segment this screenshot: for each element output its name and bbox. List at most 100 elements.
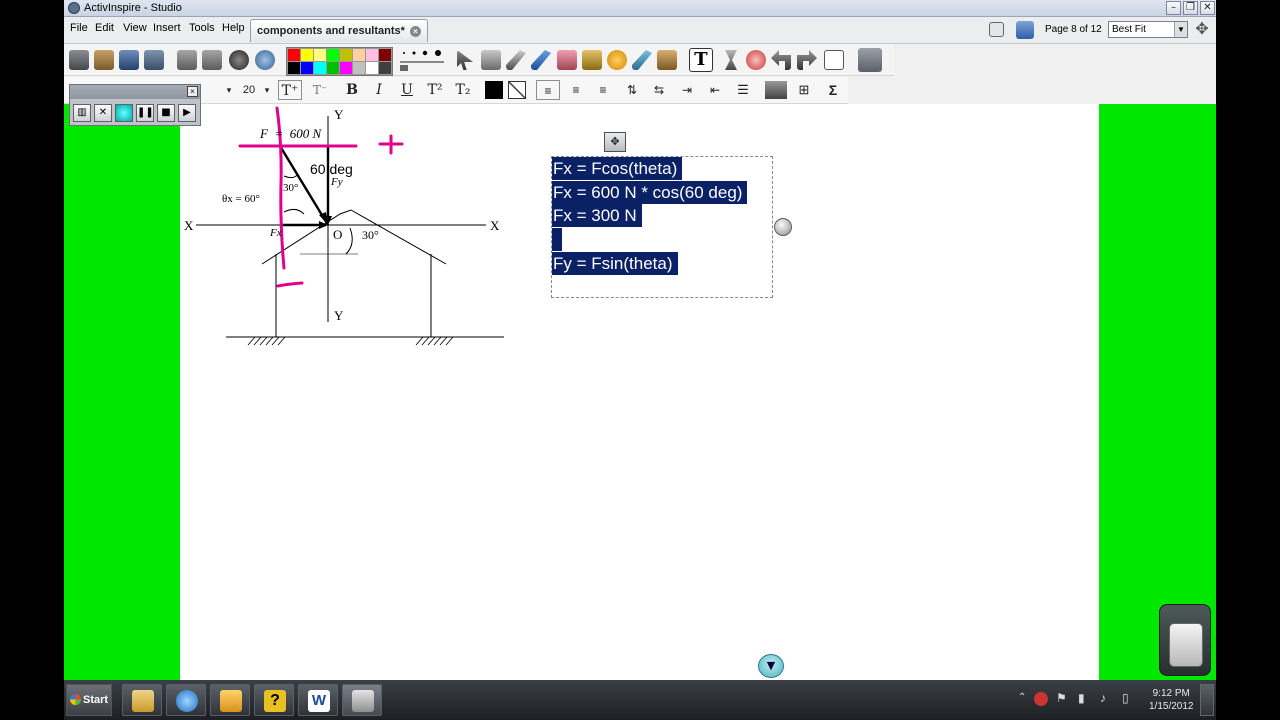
- volume-icon[interactable]: ♪: [1100, 691, 1106, 705]
- collapse-arrows-icon[interactable]: ✥: [1193, 21, 1211, 39]
- action-center-flag-icon[interactable]: ⚑: [1056, 691, 1067, 705]
- palette-swatch[interactable]: [340, 49, 352, 61]
- flipchart-page[interactable]: F = 600 N 60 deg Fy Fx θx = 60° 30° 30° …: [180, 104, 1099, 680]
- battery-icon[interactable]: ▯: [1122, 691, 1129, 705]
- recorder-cancel-icon[interactable]: ✕: [94, 104, 112, 122]
- recorder-title-bar[interactable]: ×: [70, 85, 200, 99]
- line-spacing-icon[interactable]: ⇅: [621, 80, 643, 100]
- eraser-icon[interactable]: [557, 50, 577, 70]
- taskbar-app-word[interactable]: W: [298, 684, 338, 716]
- bullets-icon[interactable]: ☰: [732, 80, 754, 100]
- font-size-value[interactable]: 20: [238, 80, 260, 100]
- menu-help[interactable]: Help: [222, 22, 245, 34]
- pen-width-selector[interactable]: [398, 47, 448, 73]
- recorder-pause-icon[interactable]: ❚❚: [136, 104, 154, 122]
- menu-view[interactable]: View: [123, 22, 147, 34]
- previous-page-icon[interactable]: [177, 50, 197, 70]
- tools-icon[interactable]: [481, 50, 501, 70]
- palette-swatch[interactable]: [353, 49, 365, 61]
- dual-user-icon[interactable]: [989, 22, 1004, 37]
- clock[interactable]: 9:12 PM 1/15/2012: [1149, 687, 1194, 713]
- palette-swatch[interactable]: [366, 49, 378, 61]
- align-center-icon[interactable]: ≡: [564, 80, 588, 100]
- resize-handle[interactable]: [774, 218, 792, 236]
- show-desktop-button[interactable]: [1200, 684, 1214, 716]
- recorder-stop-icon[interactable]: ■: [157, 104, 175, 122]
- equation-editor-button[interactable]: Σ: [822, 80, 844, 100]
- recorder-palette[interactable]: × ▥ ✕ ❚❚ ■ ▶: [69, 84, 201, 126]
- pen-icon[interactable]: [506, 50, 526, 70]
- recorder-menu-icon[interactable]: ▥: [73, 104, 91, 122]
- play-icon[interactable]: [229, 50, 249, 70]
- magic-ink-icon[interactable]: [657, 50, 677, 70]
- document-tab[interactable]: components and resultants* ×: [250, 19, 428, 42]
- tab-close-icon[interactable]: ×: [410, 26, 421, 37]
- palette-swatch[interactable]: [314, 62, 326, 74]
- tray-expand-icon[interactable]: ⌃: [1018, 692, 1026, 703]
- browsers-icon[interactable]: [94, 50, 114, 70]
- palette-swatch[interactable]: [366, 62, 378, 74]
- move-handle-icon[interactable]: ✥: [604, 132, 626, 152]
- equation-text-box[interactable]: Fx = Fcos(theta) Fx = 600 N * cos(60 deg…: [551, 156, 773, 298]
- desktop-annotate-icon[interactable]: [119, 50, 139, 70]
- zoom-select[interactable]: Best Fit ▼: [1108, 21, 1188, 38]
- page-icon[interactable]: [824, 50, 844, 70]
- palette-swatch[interactable]: [288, 49, 300, 61]
- background-color-swatch[interactable]: [508, 81, 526, 99]
- table-icon[interactable]: [765, 81, 787, 99]
- main-menu-icon[interactable]: [69, 50, 89, 70]
- subscript-icon[interactable]: T₂: [452, 80, 474, 100]
- palette-swatch[interactable]: [327, 62, 339, 74]
- font-size-chevron-icon[interactable]: ▾: [262, 80, 272, 100]
- trash-can-icon[interactable]: [1159, 604, 1211, 676]
- recorder-close-icon[interactable]: ×: [187, 86, 198, 97]
- connector-icon[interactable]: [632, 50, 652, 70]
- menu-file[interactable]: File: [70, 22, 88, 34]
- redo-icon[interactable]: [797, 50, 817, 70]
- font-dropdown-chevron-icon[interactable]: ▾: [224, 80, 234, 100]
- close-button[interactable]: ✕: [1200, 1, 1215, 15]
- desktop-tools-icon[interactable]: [144, 50, 164, 70]
- align-right-icon[interactable]: ≡: [591, 80, 615, 100]
- customize-toolbar-icon[interactable]: [858, 48, 882, 72]
- color-palette[interactable]: [286, 47, 393, 76]
- palette-swatch[interactable]: [288, 62, 300, 74]
- taskbar-app-browser[interactable]: [166, 684, 206, 716]
- text-tool-icon[interactable]: T: [689, 48, 713, 72]
- page-browser-icon[interactable]: [1016, 21, 1034, 39]
- char-spacing-icon[interactable]: ⇆: [648, 80, 670, 100]
- reset-icon[interactable]: [746, 50, 766, 70]
- restore-button[interactable]: ❐: [1183, 1, 1198, 15]
- align-left-icon[interactable]: ≡: [536, 80, 560, 100]
- italic-button[interactable]: I: [369, 80, 389, 100]
- indent-icon[interactable]: ⇥: [676, 80, 698, 100]
- recorder-record-icon[interactable]: [115, 104, 133, 122]
- increase-font-icon[interactable]: T⁺: [278, 80, 302, 100]
- superscript-icon[interactable]: T²: [424, 80, 446, 100]
- bold-button[interactable]: B: [342, 80, 362, 100]
- insert-symbol-icon[interactable]: ⊞: [793, 80, 815, 100]
- start-button[interactable]: Start: [66, 684, 112, 716]
- fill-icon[interactable]: [582, 50, 602, 70]
- palette-swatch[interactable]: [301, 49, 313, 61]
- select-cursor-icon[interactable]: [457, 50, 473, 70]
- menu-tools[interactable]: Tools: [189, 22, 215, 34]
- clear-icon[interactable]: [725, 50, 737, 70]
- palette-swatch[interactable]: [301, 62, 313, 74]
- palette-swatch[interactable]: [379, 62, 391, 74]
- palette-swatch[interactable]: [314, 49, 326, 61]
- outdent-icon[interactable]: ⇤: [704, 80, 726, 100]
- minimize-button[interactable]: –: [1166, 1, 1181, 15]
- network-icon[interactable]: ▮: [1078, 691, 1085, 705]
- palette-swatch[interactable]: [327, 49, 339, 61]
- undo-icon[interactable]: [771, 50, 791, 70]
- reset-page-icon[interactable]: [255, 50, 275, 70]
- text-color-swatch[interactable]: [485, 81, 503, 99]
- palette-swatch[interactable]: [353, 62, 365, 74]
- recorder-play-icon[interactable]: ▶: [178, 104, 196, 122]
- highlighter-icon[interactable]: [531, 50, 551, 70]
- next-page-icon[interactable]: [202, 50, 222, 70]
- page-scroll-down-icon[interactable]: ▼: [758, 654, 784, 678]
- palette-swatch[interactable]: [340, 62, 352, 74]
- underline-button[interactable]: U: [397, 80, 417, 100]
